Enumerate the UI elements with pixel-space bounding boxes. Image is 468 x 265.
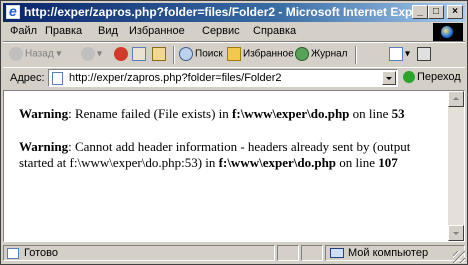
warning-line-label: on line	[349, 106, 392, 121]
warning-label: Warning	[19, 106, 69, 121]
maximize-button[interactable]: □	[428, 5, 444, 19]
security-zone-pane: Мой компьютер	[325, 245, 465, 261]
warning-path: f:\www\exper\	[218, 155, 298, 170]
warning-path: f:\www\exper\	[232, 106, 311, 121]
warning-message-1: Warning: Rename failed (File exists) in …	[19, 106, 439, 122]
address-bar: Адрес: http://exper/zapros.php?folder=fi…	[3, 67, 465, 91]
address-url[interactable]: http://exper/zapros.php?folder=files/Fol…	[69, 72, 282, 84]
history-button[interactable]: Журнал	[295, 47, 348, 63]
windows-logo-icon	[433, 23, 463, 41]
resize-grip[interactable]	[453, 251, 465, 263]
status-text: Готово	[24, 247, 58, 259]
print-button[interactable]	[417, 47, 433, 63]
refresh-button[interactable]	[132, 47, 148, 63]
back-button[interactable]: Назад ▾	[9, 47, 61, 63]
close-button[interactable]: ×	[447, 5, 463, 19]
warning-label: Warning	[19, 139, 69, 154]
page-content: Warning: Rename failed (File exists) in …	[3, 90, 465, 242]
menu-bar: Файл Правка Вид Избранное Сервис Справка	[3, 23, 465, 42]
warning-line-number: 107	[378, 155, 398, 170]
scroll-up-button[interactable]	[448, 91, 464, 107]
favorites-label: Избранное	[243, 48, 294, 60]
status-bar: Готово Мой компьютер	[3, 243, 465, 263]
refresh-icon	[132, 47, 146, 61]
menu-edit[interactable]: Правка	[45, 25, 82, 37]
address-label: Адрес:	[10, 72, 45, 84]
page-done-icon	[7, 248, 19, 259]
history-label: Журнал	[311, 48, 348, 60]
warning-message-2: Warning: Cannot add header information -…	[19, 139, 439, 171]
go-arrow-icon	[403, 71, 415, 84]
warning-file: do.php	[297, 155, 337, 170]
forward-button[interactable]: ▾	[81, 47, 102, 63]
back-arrow-icon	[9, 47, 23, 61]
warning-line-label: on line	[336, 155, 379, 170]
window-title: http://exper/zapros.php?folder=files/Fol…	[24, 5, 440, 19]
scroll-down-button[interactable]	[448, 225, 464, 241]
mail-icon	[389, 47, 403, 61]
search-button[interactable]: Поиск	[179, 47, 223, 63]
printer-icon	[417, 47, 431, 61]
warning-line-number: 53	[391, 106, 405, 121]
back-label: Назад	[25, 48, 54, 60]
address-input[interactable]: http://exper/zapros.php?folder=files/Fol…	[48, 69, 398, 87]
address-dropdown-button[interactable]	[382, 71, 396, 85]
menu-tools[interactable]: Сервис	[202, 25, 240, 37]
menu-help[interactable]: Справка	[253, 25, 296, 37]
vertical-scrollbar[interactable]	[448, 91, 464, 241]
warning-text: : Rename failed (File exists) in	[68, 106, 233, 121]
menu-favorites[interactable]: Избранное	[129, 25, 185, 37]
history-icon	[295, 47, 309, 61]
title-bar[interactable]: http://exper/zapros.php?folder=files/Fol…	[3, 3, 465, 22]
toolbar-separator	[355, 46, 357, 64]
standard-toolbar: Назад ▾ ▾ Поиск Избранное Журнал ▾	[3, 42, 465, 68]
mail-button[interactable]: ▾	[389, 47, 410, 63]
stop-button[interactable]	[114, 47, 130, 63]
forward-arrow-icon	[81, 47, 95, 61]
search-label: Поиск	[195, 48, 223, 60]
warning-file: do.php	[310, 106, 350, 121]
page-icon	[52, 72, 63, 85]
home-button[interactable]	[152, 47, 168, 63]
internet-explorer-icon[interactable]	[6, 3, 20, 19]
my-computer-icon	[330, 248, 344, 258]
go-button[interactable]: Переход	[403, 71, 461, 84]
status-pane-empty	[277, 245, 299, 261]
minimize-button[interactable]: _	[412, 5, 428, 19]
home-icon	[152, 47, 166, 61]
stop-icon	[114, 47, 128, 61]
status-pane-empty	[301, 245, 323, 261]
search-icon	[179, 47, 193, 61]
status-text-pane: Готово	[3, 245, 275, 261]
menu-file[interactable]: Файл	[10, 25, 37, 37]
favorites-icon	[227, 47, 241, 61]
toolbar-separator	[173, 46, 175, 64]
menu-view[interactable]: Вид	[98, 25, 118, 37]
favorites-button[interactable]: Избранное	[227, 47, 294, 63]
browser-window: http://exper/zapros.php?folder=files/Fol…	[0, 0, 468, 265]
go-label: Переход	[417, 71, 461, 83]
security-zone-label: Мой компьютер	[348, 247, 429, 259]
